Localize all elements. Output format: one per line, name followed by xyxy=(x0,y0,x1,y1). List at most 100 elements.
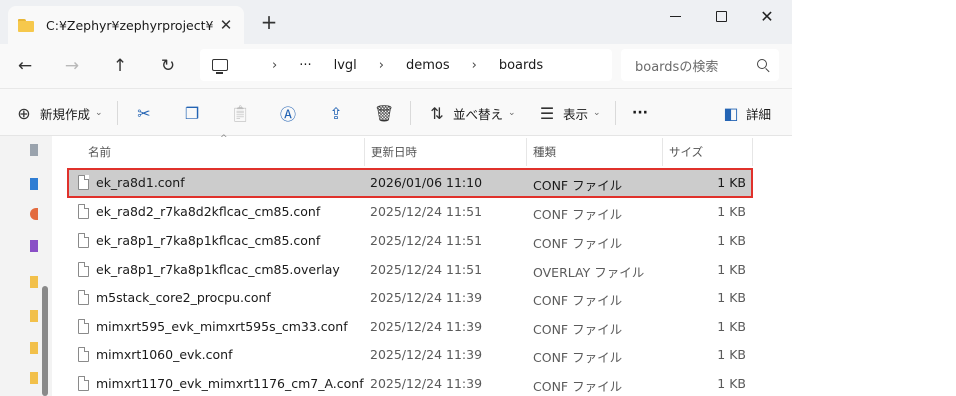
more-options-button[interactable]: ··· xyxy=(632,89,648,137)
sort-button[interactable]: ⇅ 並べ替え ⌄ xyxy=(427,89,516,137)
tab-close-icon[interactable]: ✕ xyxy=(218,16,234,34)
sort-icon: ⇅ xyxy=(430,103,444,123)
copy-button[interactable]: ❐ xyxy=(182,89,202,137)
copy-icon: ❐ xyxy=(184,103,200,123)
file-name: mimxrt595_evk_mimxrt595s_cm33.conf xyxy=(96,319,348,334)
computer-icon xyxy=(212,59,228,74)
title-bar: C:¥Zephyr¥zephyrproject¥zep ✕ + ✕ xyxy=(0,0,792,44)
column-divider[interactable] xyxy=(662,138,663,166)
breadcrumb-separator[interactable]: › xyxy=(472,58,477,73)
trash-icon: 🗑︎ xyxy=(374,103,395,123)
rename-icon: Ⓐ xyxy=(279,105,296,124)
tab-current-folder[interactable]: C:¥Zephyr¥zephyrproject¥zep ✕ xyxy=(8,6,244,44)
file-row[interactable]: mimxrt1170_evk_mimxrt1176_cm7_A.conf 202… xyxy=(68,370,752,396)
pane-item-icon xyxy=(30,342,38,354)
file-list: ^ 名前 更新日時 種類 サイズ ek_ra8d1.conf 2026/01/0… xyxy=(52,134,792,396)
list-view-icon: ☰ xyxy=(539,103,555,123)
maximize-button[interactable] xyxy=(698,4,744,28)
forward-button[interactable]: → xyxy=(57,52,87,80)
breadcrumb-lvgl[interactable]: lvgl xyxy=(334,58,357,73)
address-bar[interactable]: › ··· lvgl › demos › boards xyxy=(200,49,612,81)
file-type: CONF ファイル xyxy=(533,207,623,222)
cut-button[interactable]: ✂ xyxy=(134,89,154,137)
column-header-size[interactable]: サイズ xyxy=(669,144,703,160)
file-type: CONF ファイル xyxy=(533,236,623,251)
file-row[interactable]: mimxrt595_evk_mimxrt595s_cm33.conf 2025/… xyxy=(68,313,752,341)
file-size: 1 KB xyxy=(717,376,746,391)
file-row[interactable]: ek_ra8p1_r7ka8p1kflcac_cm85.overlay 2025… xyxy=(68,256,752,284)
breadcrumb-overflow[interactable]: ··· xyxy=(299,58,311,73)
file-row-selected[interactable]: ek_ra8d1.conf 2026/01/06 11:10 CONF ファイル… xyxy=(67,168,753,198)
file-size: 1 KB xyxy=(717,319,746,334)
sort-caret-icon: ^ xyxy=(220,134,228,144)
back-button[interactable]: ← xyxy=(10,52,40,80)
chevron-down-icon: ⌄ xyxy=(508,108,516,118)
new-label: 新規作成 xyxy=(40,106,91,122)
view-button[interactable]: ☰ 表示 ⌄ xyxy=(537,89,601,137)
breadcrumb-separator[interactable]: › xyxy=(379,58,384,73)
file-name: mimxrt1170_evk_mimxrt1176_cm7_A.conf xyxy=(96,376,364,391)
file-size: 1 KB xyxy=(717,233,746,248)
refresh-button[interactable]: ↻ xyxy=(153,52,183,80)
pane-item-icon xyxy=(30,276,38,288)
file-date: 2025/12/24 11:51 xyxy=(370,262,483,277)
column-divider[interactable] xyxy=(364,138,365,166)
file-date: 2025/12/24 11:51 xyxy=(370,204,483,219)
file-icon xyxy=(78,319,89,334)
column-header-row: ^ 名前 更新日時 種類 サイズ xyxy=(52,134,753,166)
file-type: CONF ファイル xyxy=(533,178,623,193)
file-explorer-window: C:¥Zephyr¥zephyrproject¥zep ✕ + ✕ ← → ↑ … xyxy=(0,0,792,396)
divider xyxy=(117,101,118,125)
divider xyxy=(615,101,616,125)
file-row[interactable]: mimxrt1060_evk.conf 2025/12/24 11:39 CON… xyxy=(68,341,752,369)
pane-item-icon xyxy=(30,310,38,322)
file-name: ek_ra8d1.conf xyxy=(96,175,185,190)
column-header-type[interactable]: 種類 xyxy=(533,144,556,160)
scissors-icon: ✂ xyxy=(137,103,151,123)
file-size: 1 KB xyxy=(717,262,746,277)
file-icon xyxy=(78,376,89,391)
command-bar: ⊕ 新規作成 ⌄ ✂ ❐ 📋︎ Ⓐ ⇪ 🗑︎ ⇅ 並べ替え ⌄ ☰ 表示 ⌄ ·… xyxy=(0,88,792,136)
breadcrumb-demos[interactable]: demos xyxy=(406,58,450,73)
rename-button[interactable]: Ⓐ xyxy=(278,89,298,137)
details-pane-button[interactable]: ◧ 詳細 xyxy=(721,89,771,137)
up-button[interactable]: ↑ xyxy=(105,52,135,80)
share-button[interactable]: ⇪ xyxy=(326,89,346,137)
minimize-button[interactable] xyxy=(652,4,698,28)
file-row[interactable]: ek_ra8d2_r7ka8d2kflcac_cm85.conf 2025/12… xyxy=(68,198,752,226)
breadcrumb-separator[interactable]: › xyxy=(272,58,277,73)
desktop-background xyxy=(792,0,956,396)
search-box[interactable]: boardsの検索 xyxy=(621,49,779,81)
column-divider[interactable] xyxy=(752,138,753,166)
file-size: 1 KB xyxy=(717,175,746,190)
divider xyxy=(410,101,411,125)
file-date: 2025/12/24 11:39 xyxy=(370,347,483,362)
pane-item-icon xyxy=(30,240,38,252)
file-name: ek_ra8d2_r7ka8d2kflcac_cm85.conf xyxy=(96,204,321,219)
file-date: 2025/12/24 11:39 xyxy=(370,319,483,334)
file-icon xyxy=(78,204,89,219)
file-type: CONF ファイル xyxy=(533,293,623,308)
file-row[interactable]: ek_ra8p1_r7ka8p1kflcac_cm85.conf 2025/12… xyxy=(68,227,752,255)
file-row[interactable]: m5stack_core2_procpu.conf 2025/12/24 11:… xyxy=(68,284,752,312)
search-placeholder: boardsの検索 xyxy=(635,59,719,75)
close-window-button[interactable]: ✕ xyxy=(744,4,790,28)
search-icon[interactable] xyxy=(757,59,767,69)
delete-button[interactable]: 🗑︎ xyxy=(374,89,394,137)
file-icon xyxy=(78,347,89,362)
new-tab-button[interactable]: + xyxy=(258,12,280,32)
column-divider[interactable] xyxy=(526,138,527,166)
file-name: m5stack_core2_procpu.conf xyxy=(96,290,271,305)
file-icon xyxy=(78,262,89,277)
navigation-pane-scrollbar[interactable] xyxy=(42,286,48,396)
details-label: 詳細 xyxy=(746,106,772,122)
column-header-name[interactable]: 名前 xyxy=(88,144,111,160)
column-header-date[interactable]: 更新日時 xyxy=(371,144,417,160)
maximize-icon xyxy=(715,10,727,22)
breadcrumb-boards[interactable]: boards xyxy=(499,58,543,73)
pane-item-icon xyxy=(30,144,38,156)
paste-button[interactable]: 📋︎ xyxy=(230,89,250,137)
pane-item-icon xyxy=(30,372,38,384)
new-button[interactable]: ⊕ 新規作成 ⌄ xyxy=(14,89,102,137)
pane-item-icon xyxy=(30,208,38,220)
